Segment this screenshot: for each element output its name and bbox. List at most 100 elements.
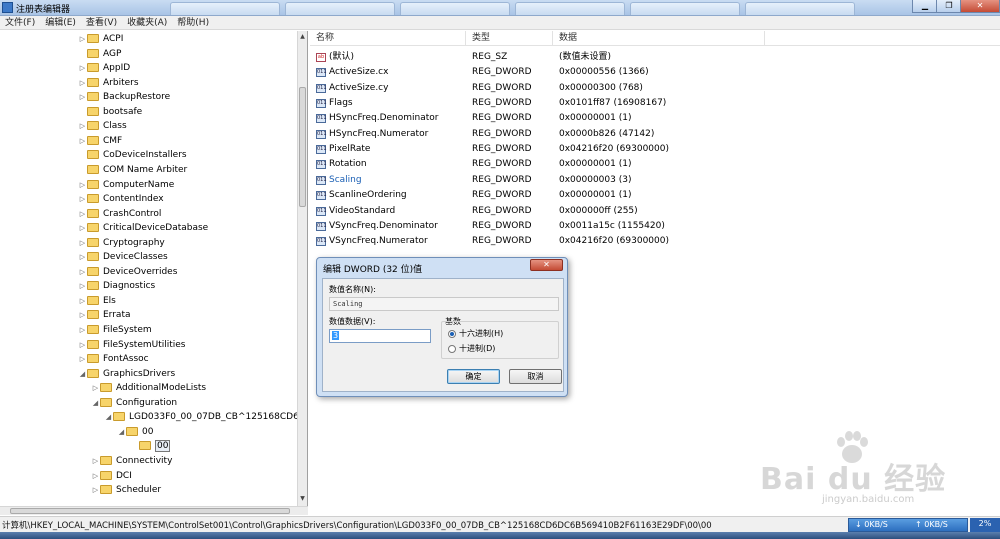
- tree-item[interactable]: ▷ FontAssoc: [78, 352, 149, 366]
- maximize-button[interactable]: ❐: [936, 0, 962, 13]
- registry-value-row[interactable]: 011 ActiveSize.cy REG_DWORD 0x00000300 (768…: [310, 81, 1000, 96]
- tree-item[interactable]: ▷ FileSystemUtilities: [78, 338, 186, 352]
- expand-arrow-icon[interactable]: ▷: [78, 134, 87, 148]
- expand-arrow-icon[interactable]: ▷: [91, 483, 100, 497]
- tree-item[interactable]: ▷ AdditionalModeLists: [91, 381, 206, 395]
- value-data-input[interactable]: 3: [329, 329, 431, 343]
- tree-item[interactable]: ▷ FileSystem: [78, 323, 152, 337]
- registry-value-row[interactable]: 011 PixelRate REG_DWORD 0x04216f20 (6930000…: [310, 142, 1000, 157]
- collapse-arrow-icon[interactable]: ◢: [104, 410, 113, 424]
- registry-value-row[interactable]: 011 Flags REG_DWORD 0x0101ff87 (16908167): [310, 96, 1000, 111]
- expand-arrow-icon[interactable]: ▷: [78, 178, 87, 192]
- expand-arrow-icon[interactable]: ▷: [78, 294, 87, 308]
- tree-hscroll-thumb[interactable]: [10, 508, 290, 514]
- tree-item[interactable]: ▷ ContentIndex: [78, 192, 164, 206]
- registry-value-row[interactable]: 011 VideoStandard REG_DWORD 0x000000ff (255…: [310, 204, 1000, 219]
- tree-item[interactable]: 00: [130, 439, 171, 453]
- expand-arrow-icon[interactable]: ▷: [78, 279, 87, 293]
- expand-arrow-icon[interactable]: ▷: [78, 308, 87, 322]
- ok-button[interactable]: 确定: [447, 369, 500, 384]
- registry-value-row[interactable]: 011 Rotation REG_DWORD 0x00000001 (1): [310, 157, 1000, 172]
- radio-hexadecimal[interactable]: 十六进制(H): [448, 328, 503, 339]
- minimize-button[interactable]: ▁: [912, 0, 938, 13]
- tree-item[interactable]: ▷ Scheduler: [91, 483, 161, 497]
- tree-item[interactable]: ▷ Class: [78, 119, 127, 133]
- key-tree-pane[interactable]: ▷ ACPI AGP ▷ AppID ▷ Arbiters ▷ BackupRestore boo…: [0, 31, 308, 506]
- tree-item[interactable]: ▷ DeviceClasses: [78, 250, 168, 264]
- tree-item[interactable]: ◢ LGD033F0_00_07DB_CB^125168CD6DC: [104, 410, 307, 424]
- registry-value-row[interactable]: 011 ScanlineOrdering REG_DWORD 0x00000001 (…: [310, 188, 1000, 203]
- expand-arrow-icon[interactable]: ▷: [78, 338, 87, 352]
- dialog-close-button[interactable]: ✕: [530, 259, 563, 271]
- tree-vertical-scrollbar[interactable]: ▲ ▼: [297, 31, 307, 506]
- tree-item[interactable]: bootsafe: [78, 105, 142, 119]
- tree-item[interactable]: ▷ ComputerName: [78, 178, 174, 192]
- tree-item[interactable]: ▷ BackupRestore: [78, 90, 170, 104]
- tree-item[interactable]: ◢ 00: [117, 425, 153, 439]
- menu-favorites[interactable]: 收藏夹(A): [122, 16, 172, 30]
- registry-value-row[interactable]: 011 VSyncFreq.Denominator REG_DWORD 0x0011a…: [310, 219, 1000, 234]
- expand-arrow-icon[interactable]: ▷: [78, 207, 87, 221]
- scroll-up-arrow-icon[interactable]: ▲: [299, 33, 306, 41]
- menu-edit[interactable]: 编辑(E): [40, 16, 81, 30]
- tree-item[interactable]: ▷ Els: [78, 294, 116, 308]
- tree-item[interactable]: ▷ Cryptography: [78, 236, 165, 250]
- tree-item[interactable]: COM Name Arbiter: [78, 163, 187, 177]
- tree-item[interactable]: ▷ DeviceOverrides: [78, 265, 177, 279]
- close-button[interactable]: ✕: [960, 0, 1000, 13]
- tree-item[interactable]: ▷ Arbiters: [78, 76, 139, 90]
- column-header-data[interactable]: 数据: [553, 31, 765, 46]
- background-window-tab[interactable]: [285, 2, 395, 15]
- tree-scroll-thumb[interactable]: [299, 87, 306, 207]
- tree-item[interactable]: ◢ Configuration: [91, 396, 177, 410]
- menu-file[interactable]: 文件(F): [0, 16, 40, 30]
- collapse-arrow-icon[interactable]: ◢: [91, 396, 100, 410]
- registry-value-row[interactable]: 011 HSyncFreq.Numerator REG_DWORD 0x0000b82…: [310, 127, 1000, 142]
- expand-arrow-icon[interactable]: ▷: [78, 265, 87, 279]
- background-window-tab[interactable]: [400, 2, 510, 15]
- menu-view[interactable]: 查看(V): [81, 16, 122, 30]
- tree-item[interactable]: ▷ DCI: [91, 469, 132, 483]
- tree-item[interactable]: AGP: [78, 47, 121, 61]
- expand-arrow-icon[interactable]: ▷: [78, 221, 87, 235]
- tree-item[interactable]: ▷ AppID: [78, 61, 130, 75]
- tree-item[interactable]: ▷ CriticalDeviceDatabase: [78, 221, 208, 235]
- background-window-tab[interactable]: [170, 2, 280, 15]
- expand-arrow-icon[interactable]: ▷: [91, 381, 100, 395]
- tree-item[interactable]: ▷ CrashControl: [78, 207, 161, 221]
- expand-arrow-icon[interactable]: ▷: [78, 236, 87, 250]
- tree-item[interactable]: ▷ ACPI: [78, 32, 123, 46]
- expand-arrow-icon[interactable]: ▷: [91, 454, 100, 468]
- tree-horizontal-scrollbar[interactable]: [0, 506, 308, 515]
- registry-value-row[interactable]: 011 Scaling REG_DWORD 0x00000003 (3): [310, 173, 1000, 188]
- tree-item[interactable]: ▷ Errata: [78, 308, 131, 322]
- expand-arrow-icon[interactable]: ▷: [78, 250, 87, 264]
- tree-item[interactable]: ▷ CMF: [78, 134, 122, 148]
- background-window-tab[interactable]: [630, 2, 740, 15]
- expand-arrow-icon[interactable]: ▷: [78, 192, 87, 206]
- menu-help[interactable]: 帮助(H): [172, 16, 214, 30]
- column-header-name[interactable]: 名称: [310, 31, 466, 46]
- expand-arrow-icon[interactable]: ▷: [78, 32, 87, 46]
- registry-value-row[interactable]: ab (默认) REG_SZ (数值未设置): [310, 50, 1000, 65]
- expand-arrow-icon[interactable]: ▷: [78, 61, 87, 75]
- background-window-tab[interactable]: [745, 2, 855, 15]
- expand-arrow-icon[interactable]: ▷: [78, 323, 87, 337]
- tree-item[interactable]: ▷ Connectivity: [91, 454, 172, 468]
- cancel-button[interactable]: 取消: [509, 369, 562, 384]
- expand-arrow-icon[interactable]: ▷: [78, 352, 87, 366]
- scroll-down-arrow-icon[interactable]: ▼: [299, 495, 306, 503]
- registry-value-row[interactable]: 011 ActiveSize.cx REG_DWORD 0x00000556 (136…: [310, 65, 1000, 80]
- tree-item[interactable]: ◢ GraphicsDrivers: [78, 367, 175, 381]
- registry-value-row[interactable]: 011 VSyncFreq.Numerator REG_DWORD 0x04216f2…: [310, 234, 1000, 249]
- tree-item[interactable]: ▷ Diagnostics: [78, 279, 155, 293]
- expand-arrow-icon[interactable]: ▷: [78, 90, 87, 104]
- collapse-arrow-icon[interactable]: ◢: [117, 425, 126, 439]
- collapse-arrow-icon[interactable]: ◢: [78, 367, 87, 381]
- radio-decimal[interactable]: 十进制(D): [448, 343, 495, 354]
- expand-arrow-icon[interactable]: ▷: [78, 76, 87, 90]
- column-header-type[interactable]: 类型: [466, 31, 553, 46]
- expand-arrow-icon[interactable]: ▷: [78, 119, 87, 133]
- registry-value-row[interactable]: 011 HSyncFreq.Denominator REG_DWORD 0x00000…: [310, 111, 1000, 126]
- expand-arrow-icon[interactable]: ▷: [91, 469, 100, 483]
